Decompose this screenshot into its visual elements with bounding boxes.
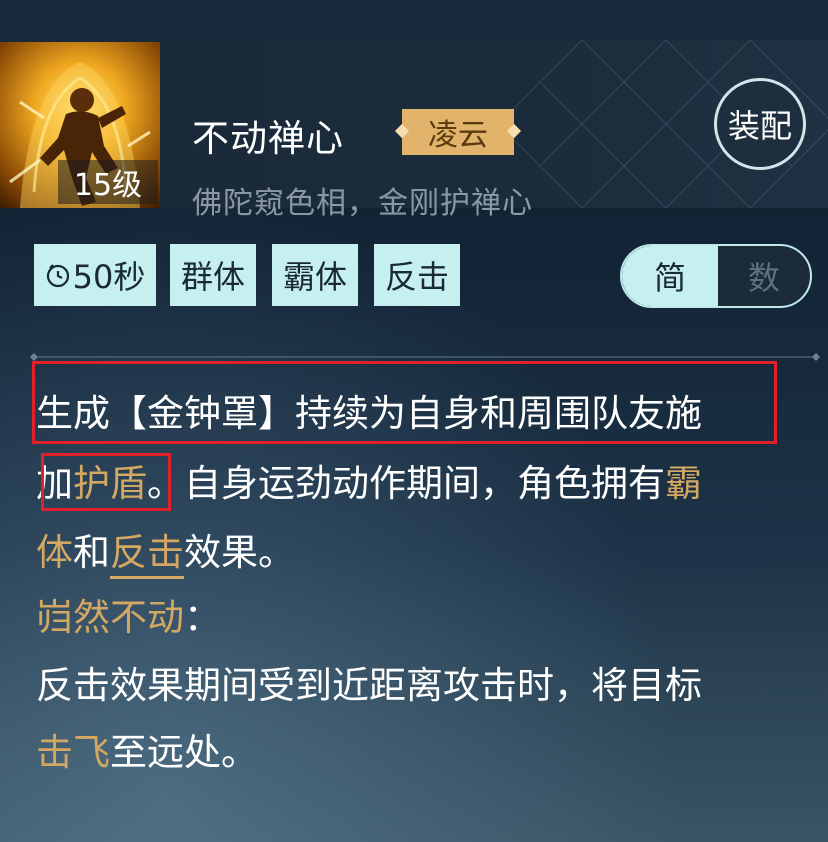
level-badge: 15级 [58, 160, 158, 204]
counter-keyword-link[interactable]: 反击 [110, 531, 184, 579]
skill-header: 15级 不动禅心 凌云 佛陀窥色相，金刚护禅心 [0, 40, 828, 221]
description-line-5: 反击效果期间受到近距离攻击时，将目标 [36, 664, 702, 707]
passive-name: 岿然不动 [36, 596, 184, 639]
equip-button[interactable]: 装配 [714, 78, 806, 170]
tag-super-armor: 霸体 [272, 244, 358, 306]
desc-text: 至远处。 [110, 731, 258, 774]
passive-colon: ： [184, 596, 221, 639]
toggle-numeric[interactable]: 数 [718, 246, 810, 306]
desc-text: 。自身运劲动作期间，角色拥有 [147, 462, 665, 505]
mode-toggle[interactable]: 简 数 [620, 244, 812, 308]
highlight-box-line1 [32, 361, 777, 444]
knockback-keyword: 击飞 [36, 731, 110, 774]
desc-text: 和 [73, 531, 110, 574]
description-line-3: 体和反击效果。 [36, 531, 295, 579]
desc-text: 效果。 [184, 531, 295, 574]
clock-icon [46, 264, 69, 288]
tag-counter: 反击 [374, 244, 460, 306]
highlight-box-shield [41, 453, 171, 511]
super-armor-keyword-start: 霸 [665, 462, 702, 505]
cooldown-tag: 50秒 [34, 244, 156, 306]
skill-icon: 15级 [0, 42, 160, 208]
super-armor-keyword-end: 体 [36, 531, 73, 574]
skill-subtitle: 佛陀窥色相，金刚护禅心 [192, 186, 533, 221]
faction-tag: 凌云 [402, 109, 514, 155]
toggle-simple[interactable]: 简 [622, 246, 718, 306]
description-line-6: 击飞至远处。 [36, 731, 258, 775]
passive-title: 岿然不动： [36, 596, 221, 640]
cooldown-label: 50秒 [72, 258, 146, 296]
tag-group: 群体 [170, 244, 256, 306]
skill-name: 不动禅心 [192, 117, 344, 160]
section-divider [30, 353, 820, 361]
top-bar [0, 0, 828, 40]
